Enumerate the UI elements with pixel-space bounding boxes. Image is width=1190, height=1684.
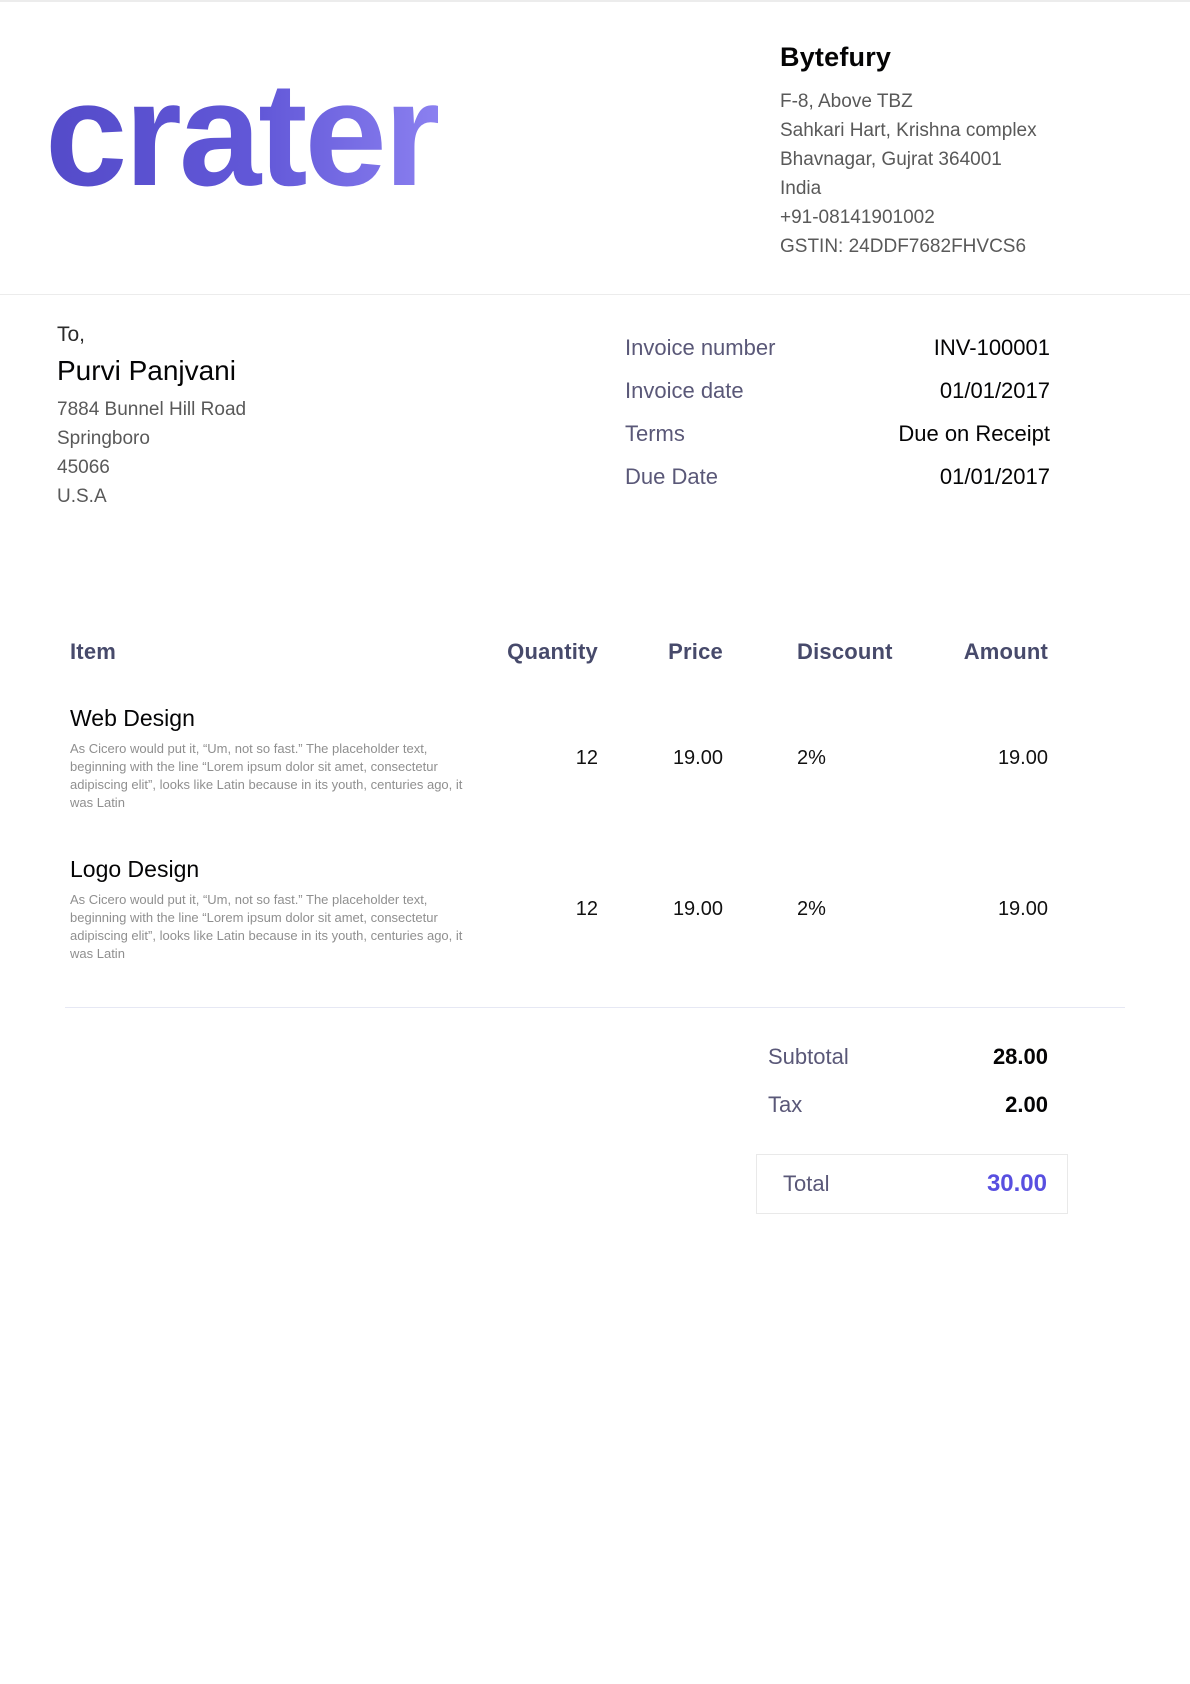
vendor-gstin: GSTIN: 24DDF7682FHVCS6 <box>780 232 1125 261</box>
bill-to-block: To, Purvi Panjvani 7884 Bunnel Hill Road… <box>57 319 246 511</box>
terms-row: Terms Due on Receipt <box>625 419 1050 449</box>
customer-address-line: 7884 Bunnel Hill Road <box>57 395 246 424</box>
vendor-address-line: India <box>780 174 1125 203</box>
subtotal-row: Subtotal 28.00 <box>768 1044 1048 1070</box>
item-discount: 2% <box>723 747 898 770</box>
tax-value: 2.00 <box>1005 1092 1048 1118</box>
totals-section: Subtotal 28.00 Tax 2.00 Total 30.00 <box>0 1044 1190 1214</box>
customer-address-line: U.S.A <box>57 482 246 511</box>
vendor-phone: +91-08141901002 <box>780 203 1125 232</box>
item-discount: 2% <box>723 898 898 921</box>
item-amount: 19.00 <box>898 747 1048 770</box>
table-row: Logo Design As Cicero would put it, “Um,… <box>70 856 1048 963</box>
item-quantity: 12 <box>488 747 598 770</box>
item-price: 19.00 <box>598 747 723 770</box>
vendor-address-line: Bhavnagar, Gujrat 364001 <box>780 145 1125 174</box>
invoice-number-row: Invoice number INV-100001 <box>625 333 1050 363</box>
invoice-date-label: Invoice date <box>625 376 744 406</box>
item-amount: 19.00 <box>898 898 1048 921</box>
item-name: Logo Design <box>70 856 478 883</box>
item-description: As Cicero would put it, “Um, not so fast… <box>70 740 478 812</box>
customer-address-line: 45066 <box>57 453 246 482</box>
item-cell: Logo Design As Cicero would put it, “Um,… <box>70 856 488 963</box>
total-label: Total <box>783 1171 829 1197</box>
invoice-meta: Invoice number INV-100001 Invoice date 0… <box>625 319 1125 511</box>
invoice-number-label: Invoice number <box>625 333 775 363</box>
tax-label: Tax <box>768 1092 802 1118</box>
table-row: Web Design As Cicero would put it, “Um, … <box>70 705 1048 812</box>
vendor-address-line: Sahkari Hart, Krishna complex <box>780 116 1125 145</box>
column-header-quantity: Quantity <box>488 639 598 665</box>
due-date-value: 01/01/2017 <box>940 462 1050 492</box>
item-name: Web Design <box>70 705 478 732</box>
due-date-row: Due Date 01/01/2017 <box>625 462 1050 492</box>
billing-section: To, Purvi Panjvani 7884 Bunnel Hill Road… <box>0 295 1190 511</box>
due-date-label: Due Date <box>625 462 718 492</box>
items-table-header: Item Quantity Price Discount Amount <box>70 639 1048 665</box>
crater-logo: crater <box>45 60 438 210</box>
customer-address-line: Springboro <box>57 424 246 453</box>
terms-label: Terms <box>625 419 685 449</box>
item-quantity: 12 <box>488 898 598 921</box>
invoice-number-value: INV-100001 <box>934 333 1050 363</box>
subtotal-label: Subtotal <box>768 1044 849 1070</box>
item-cell: Web Design As Cicero would put it, “Um, … <box>70 705 488 812</box>
total-value: 30.00 <box>987 1170 1047 1198</box>
terms-value: Due on Receipt <box>898 419 1050 449</box>
grand-total-box: Total 30.00 <box>756 1154 1068 1214</box>
bill-to-label: To, <box>57 319 246 351</box>
item-price: 19.00 <box>598 898 723 921</box>
subtotal-value: 28.00 <box>993 1044 1048 1070</box>
invoice-page: crater Bytefury F-8, Above TBZ Sahkari H… <box>0 0 1190 1684</box>
vendor-address-line: F-8, Above TBZ <box>780 87 1125 116</box>
vendor-name: Bytefury <box>780 42 1125 73</box>
invoice-date-row: Invoice date 01/01/2017 <box>625 376 1050 406</box>
invoice-date-value: 01/01/2017 <box>940 376 1050 406</box>
column-header-item: Item <box>70 639 488 665</box>
customer-name: Purvi Panjvani <box>57 351 246 391</box>
column-header-price: Price <box>598 639 723 665</box>
table-bottom-divider <box>65 1007 1125 1008</box>
column-header-amount: Amount <box>898 639 1048 665</box>
column-header-discount: Discount <box>723 639 898 665</box>
tax-row: Tax 2.00 <box>768 1092 1048 1118</box>
item-description: As Cicero would put it, “Um, not so fast… <box>70 891 478 963</box>
invoice-header: crater Bytefury F-8, Above TBZ Sahkari H… <box>0 2 1190 295</box>
vendor-info: Bytefury F-8, Above TBZ Sahkari Hart, Kr… <box>780 38 1125 261</box>
items-table: Item Quantity Price Discount Amount Web … <box>0 639 1190 963</box>
